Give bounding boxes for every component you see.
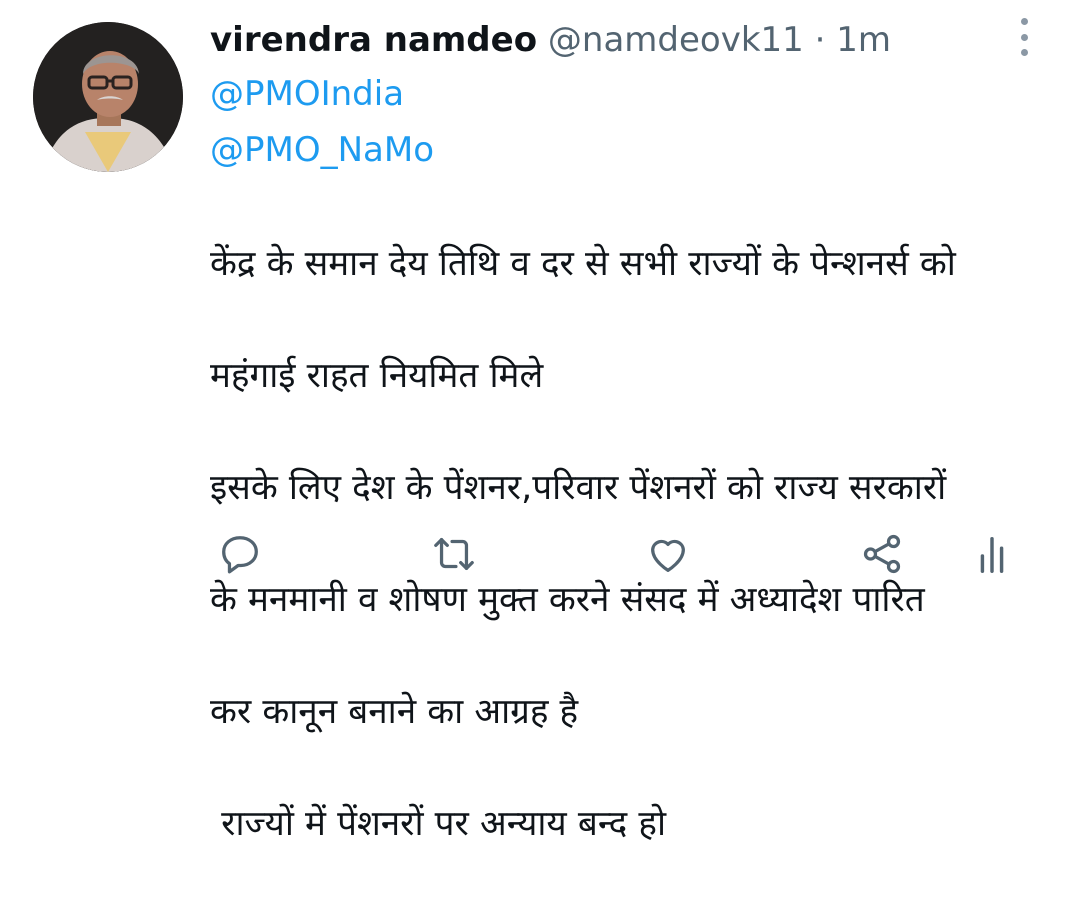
tweet-text-line: कर कानून बनाने का आग्रह है bbox=[210, 692, 579, 732]
heart-icon[interactable] bbox=[642, 528, 694, 580]
more-vertical-icon[interactable] bbox=[1014, 18, 1034, 56]
tweet-text-line: केंद्र के समान देय तिथि व दर से सभी राज्… bbox=[210, 244, 956, 284]
separator-dot: · bbox=[814, 20, 826, 60]
author-handle[interactable]: @namdeovk11 bbox=[548, 20, 804, 60]
avatar[interactable] bbox=[33, 22, 183, 172]
tweet-text-line: इसके लिए देश के पेंशनर,परिवार पेंशनरों क… bbox=[210, 468, 947, 508]
tweet-text-line: महंगाई राहत नियमित मिले bbox=[210, 356, 544, 396]
tweet-header: virendra namdeo @namdeovk11 · 1m bbox=[210, 18, 891, 62]
mention-link[interactable]: @PMO_NaMo bbox=[210, 128, 434, 172]
tweet-actions bbox=[0, 528, 1080, 588]
reply-icon[interactable] bbox=[214, 528, 266, 580]
mention-link[interactable]: @PMOIndia bbox=[210, 72, 404, 116]
avatar-image bbox=[33, 22, 183, 172]
timestamp[interactable]: 1m bbox=[836, 20, 891, 60]
tweet-text-line: राज्यों में पेंशनरों पर अन्याय बन्द हो bbox=[210, 804, 667, 844]
analytics-icon[interactable] bbox=[966, 528, 1018, 580]
share-icon[interactable] bbox=[856, 528, 908, 580]
retweet-icon[interactable] bbox=[428, 528, 480, 580]
author-name[interactable]: virendra namdeo bbox=[210, 20, 537, 60]
